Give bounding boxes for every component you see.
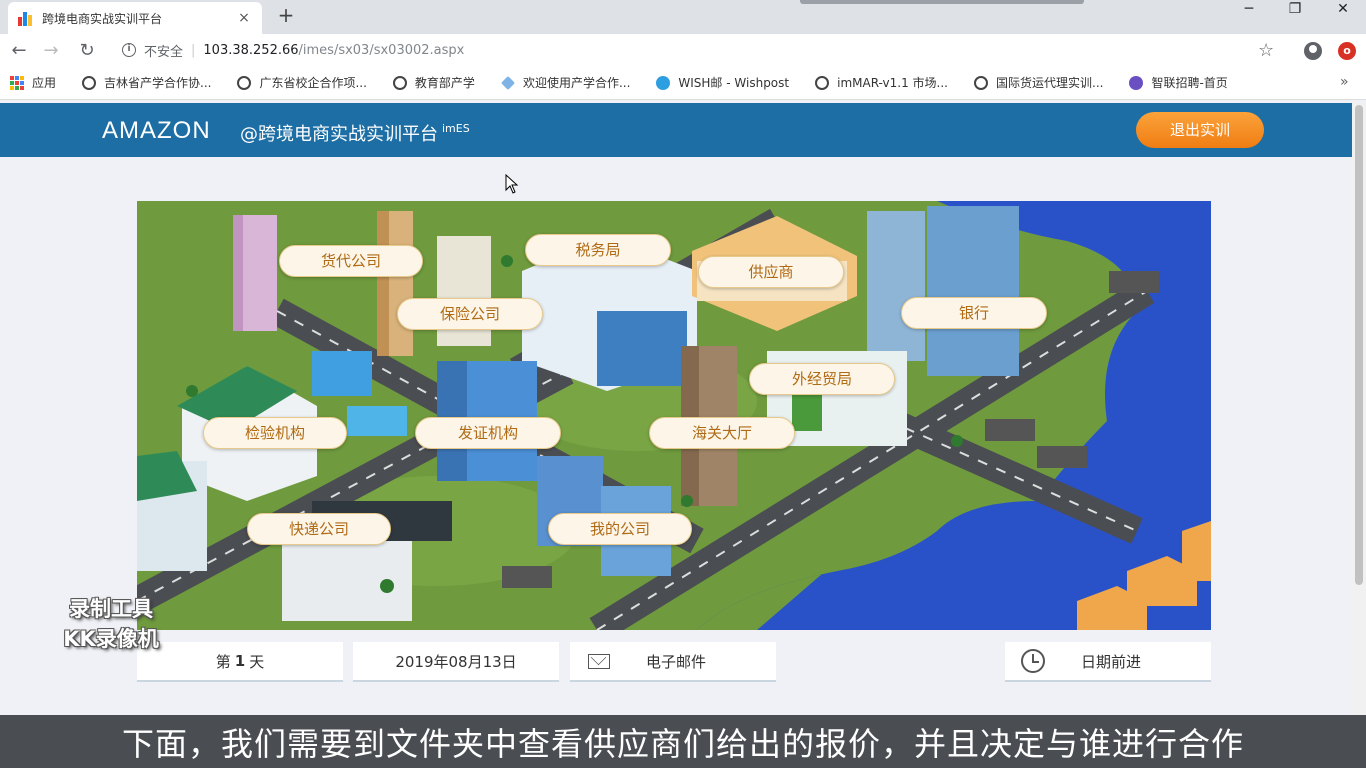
day-number: 1: [234, 652, 246, 670]
page-scrollbar[interactable]: [1352, 103, 1366, 715]
globe-icon: [392, 75, 407, 90]
bank-location[interactable]: 银行: [901, 297, 1047, 329]
day-suffix: 天: [249, 652, 265, 671]
bookmark-label: 应用: [32, 76, 57, 90]
exit-training-button[interactable]: 退出实训: [1136, 112, 1264, 148]
bookmark-item[interactable]: 国际货运代理实训...: [974, 74, 1103, 91]
bookmark-item[interactable]: 欢迎使用产学合作...: [501, 74, 630, 91]
forward-arrow-icon[interactable]: →: [38, 38, 64, 64]
bookmark-apps[interactable]: 应用: [10, 74, 56, 91]
my-company-location[interactable]: 我的公司: [548, 513, 692, 545]
email-label: 电子邮件: [646, 652, 707, 671]
security-label: 不安全: [144, 44, 184, 60]
bookmark-label: WISH邮 - Wishpost: [678, 76, 790, 90]
subtitle-sup: imES: [442, 122, 470, 135]
bookmark-item[interactable]: 广东省校企合作项...: [237, 74, 367, 91]
overlay-bar: [800, 0, 1084, 4]
minimize-button[interactable]: ─: [1226, 0, 1272, 22]
email-button[interactable]: 电子邮件: [570, 642, 776, 682]
site-favicon-icon: [18, 10, 34, 26]
bookmark-label: imMAR-v1.1 市场...: [837, 76, 948, 90]
url-path: /imes/sx03/sx03002.aspx: [298, 42, 465, 58]
scroll-thumb[interactable]: [1355, 105, 1363, 585]
bookmark-item[interactable]: 智联招聘-首页: [1129, 74, 1228, 91]
clock-icon: [1021, 649, 1045, 673]
platform-subtitle: @跨境电商实战实训平台 imES: [240, 120, 470, 146]
back-arrow-icon[interactable]: ←: [6, 38, 32, 64]
bookmark-label: 教育部产学: [414, 76, 475, 90]
mouse-cursor-icon: [505, 174, 519, 194]
info-icon[interactable]: i: [122, 43, 136, 57]
browser-tab[interactable]: 跨境电商实战实训平台 ×: [8, 2, 262, 34]
window-close-button[interactable]: ✕: [1320, 0, 1366, 22]
watermark-line1: 录制工具: [69, 597, 153, 621]
freight-company-location[interactable]: 货代公司: [279, 245, 423, 277]
day-prefix: 第: [215, 652, 231, 671]
courier-company-location[interactable]: 快递公司: [247, 513, 391, 545]
bookmark-item[interactable]: WISH邮 - Wishpost: [656, 74, 789, 91]
new-tab-button[interactable]: +: [274, 4, 298, 28]
globe-icon: [237, 75, 252, 90]
extension-icon[interactable]: o: [1338, 42, 1356, 60]
recorder-watermark: 录制工具 KK录像机: [36, 594, 186, 658]
customs-hall-location[interactable]: 海关大厅: [649, 417, 795, 449]
wish-icon: [656, 75, 671, 90]
certificate-agency-location[interactable]: 发证机构: [415, 417, 561, 449]
bookmark-label: 国际货运代理实训...: [996, 76, 1104, 90]
url-host: 103.38.252.66: [203, 42, 299, 58]
app-header: AMAZON @跨境电商实战实训平台 imES 退出实训: [0, 103, 1352, 157]
watermark-line2: KK录像机: [63, 627, 159, 651]
bookmark-label: 欢迎使用产学合作...: [522, 76, 631, 90]
divider: |: [191, 42, 196, 58]
video-caption: 下面，我们需要到文件夹中查看供应商们给出的报价，并且决定与谁进行合作: [121, 725, 1244, 763]
tab-title: 跨境电商实战实训平台: [42, 11, 163, 26]
trade-bureau-location[interactable]: 外经贸局: [749, 363, 895, 395]
diamond-icon: [501, 75, 515, 90]
advance-date-button[interactable]: 日期前进: [1005, 642, 1211, 682]
envelope-icon: [588, 653, 610, 669]
subtitle-text: @跨境电商实战实训平台: [240, 124, 438, 145]
address-toolbar: ← → ↻ i 不安全 | 103.38.252.66 /imes/sx03/s…: [0, 34, 1366, 66]
bookmarks-more-icon[interactable]: »: [1340, 74, 1349, 90]
bookmark-label: 吉林省产学合作协...: [104, 76, 212, 90]
url-bar[interactable]: i 不安全 | 103.38.252.66 /imes/sx03/sx03002…: [108, 37, 1288, 63]
current-date: 2019年08月13日: [353, 642, 559, 682]
status-bar: 第 1 天 2019年08月13日 电子邮件 日期前进: [137, 642, 1211, 682]
account-icon[interactable]: [1304, 42, 1322, 60]
browser-tab-strip: 跨境电商实战实训平台 × + ─ ❐ ✕: [0, 0, 1366, 34]
bookmark-label: 广东省校企合作项...: [259, 76, 367, 90]
brand-title: AMAZON: [102, 117, 211, 144]
inspection-agency-location[interactable]: 检验机构: [203, 417, 347, 449]
bookmark-item[interactable]: 教育部产学: [392, 74, 475, 91]
bookmark-item[interactable]: imMAR-v1.1 市场...: [815, 74, 948, 91]
bookmark-star-icon[interactable]: ☆: [1258, 40, 1274, 61]
supplier-location[interactable]: 供应商: [698, 256, 844, 288]
restore-button[interactable]: ❐: [1272, 0, 1318, 22]
globe-icon: [974, 75, 988, 90]
zhaopin-icon: [1129, 75, 1144, 90]
tax-bureau-location[interactable]: 税务局: [525, 234, 671, 266]
bookmarks-bar: 应用 吉林省产学合作协... 广东省校企合作项... 教育部产学 欢迎使用产学合…: [0, 66, 1366, 100]
globe-icon: [82, 75, 97, 90]
bookmark-item[interactable]: 吉林省产学合作协...: [82, 74, 211, 91]
insurance-company-location[interactable]: 保险公司: [397, 298, 543, 330]
reload-icon[interactable]: ↻: [74, 38, 100, 64]
globe-icon: [815, 75, 830, 90]
tab-close-icon[interactable]: ×: [236, 10, 252, 26]
apps-grid-icon: [10, 75, 24, 90]
advance-date-label: 日期前进: [1081, 652, 1142, 671]
bookmark-label: 智联招聘-首页: [1151, 76, 1228, 90]
city-map[interactable]: 货代公司 税务局 供应商 保险公司 银行 外经贸局 检验机构 发证机构 海关大厅…: [137, 201, 1211, 630]
